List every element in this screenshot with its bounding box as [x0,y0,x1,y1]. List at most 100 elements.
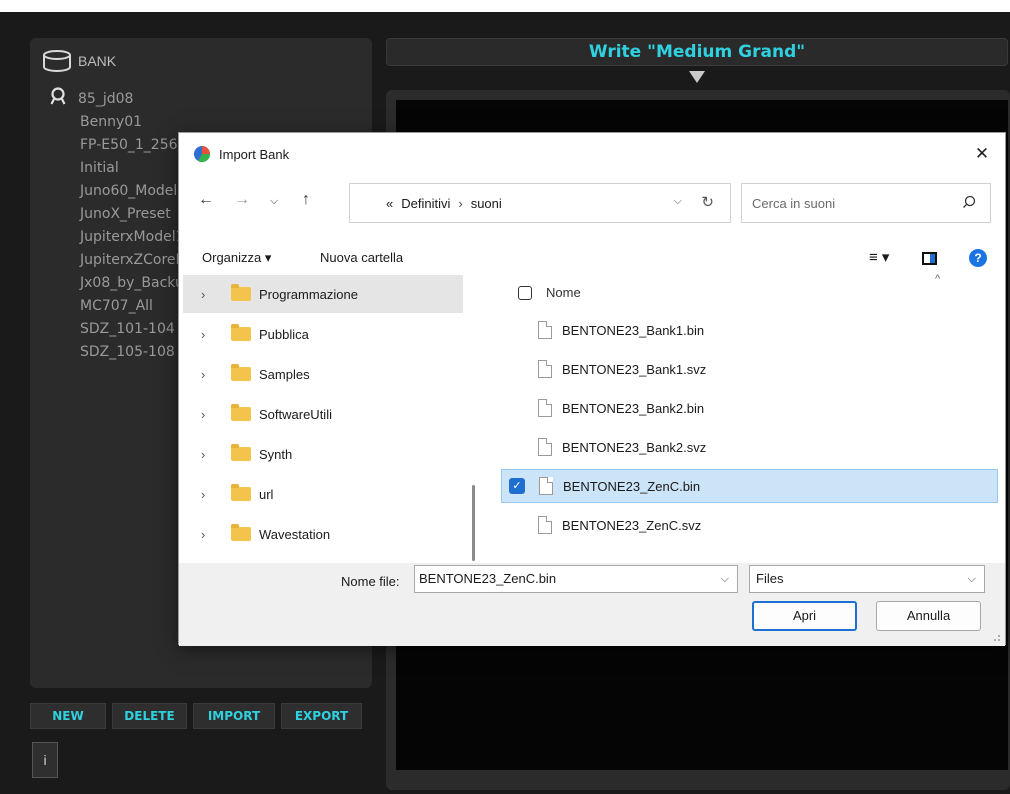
bank-list-item[interactable]: JunoX_Preset [52,203,186,226]
import-button[interactable]: IMPORT [193,703,275,729]
bank-list-item[interactable]: Jx08_by_Backu [52,272,186,295]
folder-tree-item[interactable]: › Synth [183,435,463,473]
up-arrow-icon[interactable]: ↑ [295,191,317,209]
close-icon[interactable]: ✕ [969,141,995,167]
folder-label: SoftwareUtili [259,406,332,422]
breadcrumb-item[interactable]: Definitivi [401,196,450,211]
folder-icon [231,324,251,341]
folder-tree-item[interactable]: › Wavestation [183,515,463,553]
scroll-up-icon[interactable]: ^ [935,273,940,285]
folder-tree-item[interactable]: › Pubblica [183,315,463,353]
filename-input[interactable]: BENTONE23_ZenC.bin ⌵ [414,565,738,593]
filetype-select[interactable]: Files ⌵ [749,565,985,593]
bank-list: 85_jd08 Benny01 FP-E50_1_256 Initial Juno60_… [50,86,186,364]
bank-item-label: Juno60_Model [80,183,178,199]
folder-icon [231,284,251,301]
file-row[interactable]: BENTONE23_ZenC.svz [501,508,998,542]
chevron-right-icon[interactable]: › [201,407,225,422]
bank-list-item[interactable]: Juno60_Model [52,180,186,203]
info-button[interactable]: i [32,742,58,778]
bank-item-label: Initial [80,160,119,176]
column-header-label: Nome [546,285,581,300]
export-button[interactable]: EXPORT [281,703,362,729]
filename-label: Nome file: [341,574,400,589]
filetype-value: Files [756,571,784,586]
bank-header-label: BANK [78,53,117,69]
back-arrow-icon[interactable]: ← [195,191,217,209]
open-button[interactable]: Apri [752,601,857,631]
filetype-dropdown-icon[interactable]: ⌵ [968,566,976,592]
new-folder-button[interactable]: Nuova cartella [320,250,403,265]
row-checkbox[interactable] [508,439,524,455]
bank-list-item[interactable]: JupiterxModel1 [52,226,186,249]
forward-arrow-icon[interactable]: → [231,191,253,209]
file-row[interactable]: BENTONE23_Bank2.bin [501,391,998,425]
address-dropdown-icon[interactable]: ⌵ [674,195,682,208]
dialog-title-bar: Import Bank ✕ [179,133,1005,175]
resize-grip-icon[interactable] [991,632,1001,642]
chevron-right-icon[interactable]: › [201,527,225,542]
file-name: BENTONE23_Bank2.bin [562,400,705,416]
bank-list-item[interactable]: SDZ_105-108 [52,341,186,364]
breadcrumb-item[interactable]: suoni [471,196,502,211]
file-row[interactable]: BENTONE23_Bank1.bin [501,313,998,347]
help-icon[interactable]: ? [969,249,987,267]
database-icon [43,50,71,72]
folder-navigation-pane: › Programmazione › Pubblica › Samples › Softwar… [179,275,484,563]
bank-list-item[interactable]: SDZ_101-104 [52,318,186,341]
delete-button[interactable]: DELETE [112,703,187,729]
folder-tree-item[interactable]: › Samples [183,355,463,393]
chevron-right-icon[interactable]: › [201,367,225,382]
file-row[interactable]: BENTONE23_Bank2.svz [501,430,998,464]
bank-list-item[interactable]: Benny01 [52,111,186,134]
preview-pane-icon[interactable] [922,252,937,265]
select-all-checkbox[interactable] [518,285,532,300]
filename-dropdown-icon[interactable]: ⌵ [721,566,729,592]
bank-list-item[interactable]: FP-E50_1_256 [52,134,186,157]
chevron-right-icon[interactable]: › [201,287,225,302]
bank-header: BANK [42,50,116,72]
file-name: BENTONE23_Bank2.svz [562,439,707,455]
breadcrumb-separator-icon: › [458,195,463,211]
folder-label: Pubblica [259,326,309,342]
bank-list-item[interactable]: Initial [52,157,186,180]
bank-item-label: Benny01 [80,114,143,130]
new-button[interactable]: NEW [30,703,106,729]
row-checkbox[interactable] [508,400,524,416]
checkmark-icon[interactable]: ✓ [509,478,525,494]
bank-item-label: Jx08_by_Backu [80,275,184,291]
dialog-footer: Nome file: BENTONE23_ZenC.bin ⌵ Files ⌵ … [179,563,1005,646]
row-checkbox[interactable] [508,322,524,338]
name-column-header[interactable]: Nome [518,285,581,300]
bank-item-label: FP-E50_1_256 [80,137,178,153]
folder-label: Programmazione [259,286,358,302]
organize-menu[interactable]: Organizza ▾ [202,250,271,266]
app-logo-icon [194,146,211,163]
folder-icon [231,444,251,461]
refresh-icon[interactable]: ↻ [701,193,714,211]
view-options-icon[interactable]: ≡ ▾ [869,248,889,266]
file-row[interactable]: ✓ BENTONE23_ZenC.bin [501,469,998,503]
folder-tree-item[interactable]: › SoftwareUtili [183,395,463,433]
folder-tree-item[interactable]: › Programmazione [183,275,463,313]
folder-pane-scrollbar[interactable] [472,485,475,561]
row-checkbox[interactable] [508,517,524,533]
file-name: BENTONE23_Bank1.svz [562,361,707,377]
chevron-right-icon[interactable]: › [201,447,225,462]
bank-item-label: SDZ_105-108 [80,344,175,360]
folder-tree-item[interactable]: › url [183,475,463,513]
bank-list-item[interactable]: JupiterxZCoreN [52,249,186,272]
folder-label: Samples [259,366,310,382]
bank-list-item[interactable]: MC707_All [52,295,186,318]
row-checkbox[interactable] [508,361,524,377]
folder-icon [231,404,251,421]
folder-icon [231,524,251,541]
file-row[interactable]: BENTONE23_Bank1.svz [501,352,998,386]
search-input[interactable]: Cerca in suoni [741,183,991,223]
address-bar[interactable]: « Definitivi › suoni ⌵ ↻ [349,183,731,223]
cancel-button[interactable]: Annulla [876,601,981,631]
bank-list-item[interactable]: 85_jd08 [50,86,186,111]
chevron-right-icon[interactable]: › [201,487,225,502]
chevron-right-icon[interactable]: › [201,327,225,342]
recent-dropdown-icon[interactable]: ⌵ [263,195,285,208]
